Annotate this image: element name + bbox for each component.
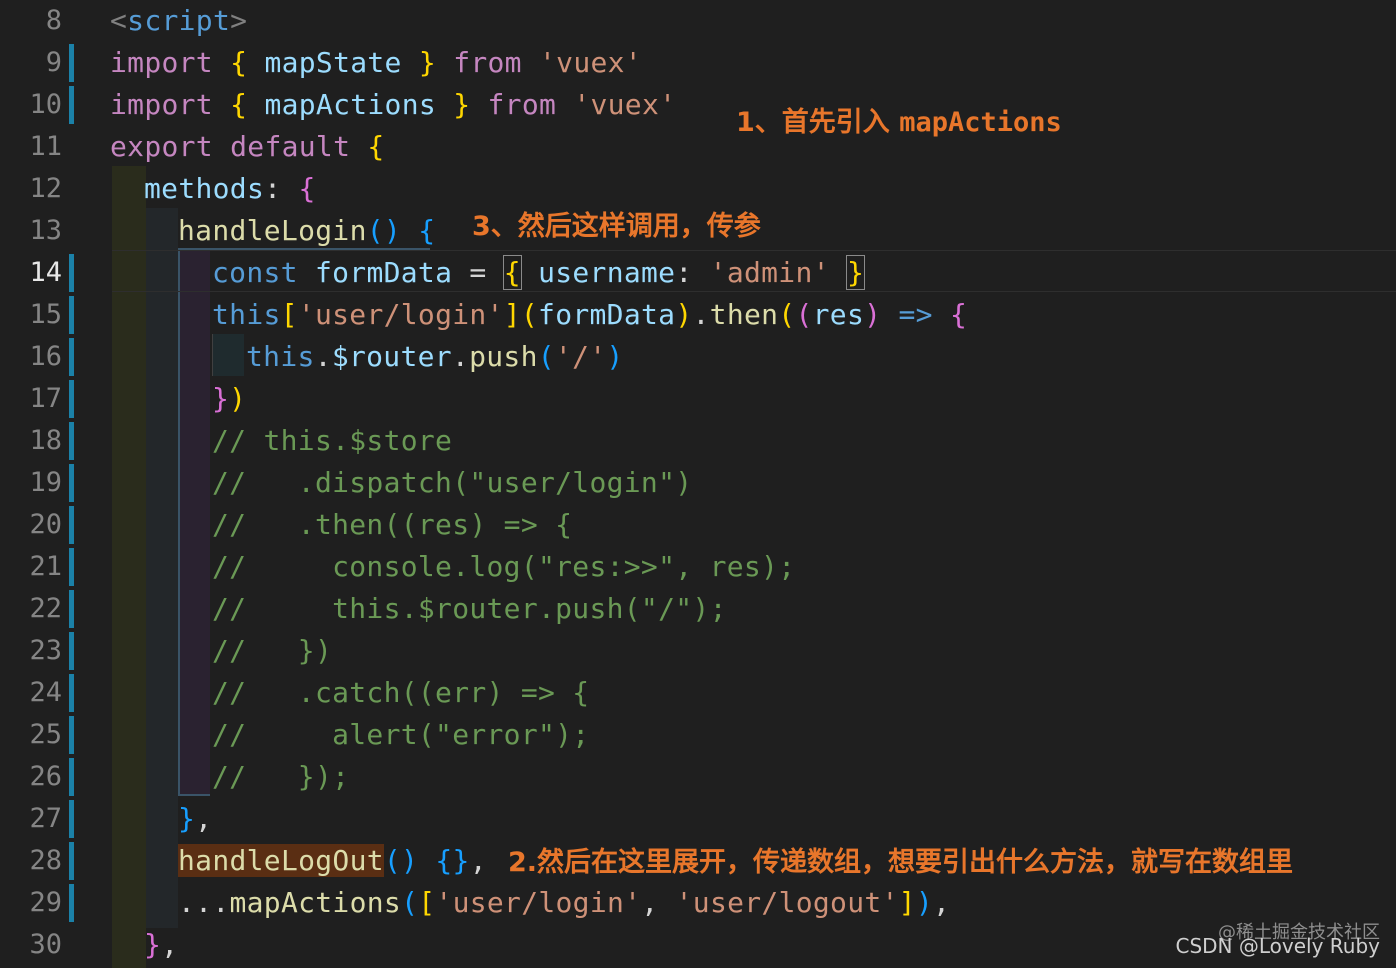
line-number: 18	[29, 425, 62, 456]
code-line[interactable]: 29 ...mapActions(['user/login', 'user/lo…	[0, 882, 1396, 924]
git-modified-bar[interactable]	[69, 254, 74, 292]
line-code[interactable]: handleLogOut() {},	[178, 840, 487, 882]
git-modified-bar[interactable]	[69, 884, 74, 922]
line-code[interactable]: },	[178, 798, 212, 840]
line-number: 23	[29, 635, 62, 666]
code-line[interactable]: 24 // .catch((err) => {	[0, 672, 1396, 714]
code-line[interactable]: 20 // .then((res) => {	[0, 504, 1396, 546]
line-number: 13	[29, 215, 62, 246]
watermark-csdn: CSDN @Lovely Ruby	[1175, 934, 1380, 958]
line-number: 29	[29, 887, 62, 918]
line-code[interactable]: handleLogin() {	[178, 210, 435, 252]
git-modified-bar[interactable]	[69, 422, 74, 460]
line-code[interactable]: methods: {	[144, 168, 316, 210]
git-modified-bar[interactable]	[69, 842, 74, 880]
git-modified-bar[interactable]	[69, 296, 74, 334]
line-code[interactable]: <script>	[110, 0, 247, 42]
line-comment[interactable]: // .then((res) => {	[212, 504, 572, 546]
line-comment[interactable]: // .dispatch("user/login")	[212, 462, 692, 504]
git-modified-bar[interactable]	[69, 548, 74, 586]
line-number: 28	[29, 845, 62, 876]
code-line[interactable]: 8 <script>	[0, 0, 1396, 42]
line-code[interactable]: this['user/login'](formData).then((res) …	[212, 294, 967, 336]
annotation-step-2: 2.然后在这里展开，传递数组，想要引出什么方法，就写在数组里	[508, 847, 1294, 878]
code-line[interactable]: 16 this.$router.push('/')	[0, 336, 1396, 378]
git-modified-bar[interactable]	[69, 338, 74, 376]
code-line[interactable]: 11 export default {	[0, 126, 1396, 168]
line-code[interactable]: ...mapActions(['user/login', 'user/logou…	[178, 882, 950, 924]
code-line[interactable]: 26 // });	[0, 756, 1396, 798]
line-comment[interactable]: // alert("error");	[212, 714, 589, 756]
git-modified-bar[interactable]	[69, 380, 74, 418]
git-modified-bar[interactable]	[69, 716, 74, 754]
code-editor[interactable]: 8 <script> 9 import { mapState } from 'v…	[0, 0, 1396, 968]
line-number: 16	[29, 341, 62, 372]
line-code[interactable]: this.$router.push('/')	[246, 336, 624, 378]
line-number: 9	[45, 47, 62, 78]
line-code[interactable]: import { mapState } from 'vuex'	[110, 42, 642, 84]
annotation-step-3: 3、然后这样调用，传参	[472, 211, 761, 242]
line-code[interactable]: },	[144, 924, 178, 966]
code-line[interactable]: 18 // this.$store	[0, 420, 1396, 462]
line-number: 15	[29, 299, 62, 330]
line-number: 30	[29, 929, 62, 960]
git-modified-bar[interactable]	[69, 674, 74, 712]
code-line[interactable]: 27 },	[0, 798, 1396, 840]
line-code[interactable]: export default {	[110, 126, 385, 168]
code-line[interactable]: 23 // })	[0, 630, 1396, 672]
code-line[interactable]: 17 })	[0, 378, 1396, 420]
git-modified-bar[interactable]	[69, 590, 74, 628]
line-number: 12	[29, 173, 62, 204]
line-number: 21	[29, 551, 62, 582]
line-comment[interactable]: // console.log("res:>>", res);	[212, 546, 795, 588]
git-modified-bar[interactable]	[69, 464, 74, 502]
line-number: 22	[29, 593, 62, 624]
annotation-step-1: 1、首先引入 mapActions	[736, 107, 1062, 138]
line-number: 26	[29, 761, 62, 792]
git-modified-bar[interactable]	[69, 86, 74, 124]
line-code[interactable]: const formData = { username: 'admin' }	[212, 252, 866, 294]
git-modified-bar[interactable]	[69, 506, 74, 544]
line-code[interactable]: import { mapActions } from 'vuex'	[110, 84, 676, 126]
line-number: 10	[29, 89, 62, 120]
word-highlight: handleLogOut	[178, 844, 384, 877]
line-comment[interactable]: // });	[212, 756, 349, 798]
git-modified-bar[interactable]	[69, 44, 74, 82]
line-number: 19	[29, 467, 62, 498]
line-comment[interactable]: // this.$router.push("/");	[212, 588, 727, 630]
line-code[interactable]: })	[212, 378, 246, 420]
line-comment[interactable]: // })	[212, 630, 332, 672]
line-comment[interactable]: // this.$store	[212, 420, 452, 462]
code-line[interactable]: 19 // .dispatch("user/login")	[0, 462, 1396, 504]
code-line[interactable]: 21 // console.log("res:>>", res);	[0, 546, 1396, 588]
git-modified-bar[interactable]	[69, 632, 74, 670]
line-number: 25	[29, 719, 62, 750]
line-number: 8	[45, 5, 62, 36]
line-number: 24	[29, 677, 62, 708]
code-line-active[interactable]: 14 const formData = { username: 'admin' …	[0, 252, 1396, 294]
code-line[interactable]: 22 // this.$router.push("/");	[0, 588, 1396, 630]
git-modified-bar[interactable]	[69, 800, 74, 838]
code-line[interactable]: 9 import { mapState } from 'vuex'	[0, 42, 1396, 84]
code-line[interactable]: 15 this['user/login'](formData).then((re…	[0, 294, 1396, 336]
line-comment[interactable]: // .catch((err) => {	[212, 672, 589, 714]
line-number: 27	[29, 803, 62, 834]
git-modified-bar[interactable]	[69, 758, 74, 796]
code-line[interactable]: 10 import { mapActions } from 'vuex'	[0, 84, 1396, 126]
line-number: 14	[29, 257, 62, 288]
line-number: 17	[29, 383, 62, 414]
line-number: 11	[29, 131, 62, 162]
line-number: 20	[29, 509, 62, 540]
code-line[interactable]: 25 // alert("error");	[0, 714, 1396, 756]
